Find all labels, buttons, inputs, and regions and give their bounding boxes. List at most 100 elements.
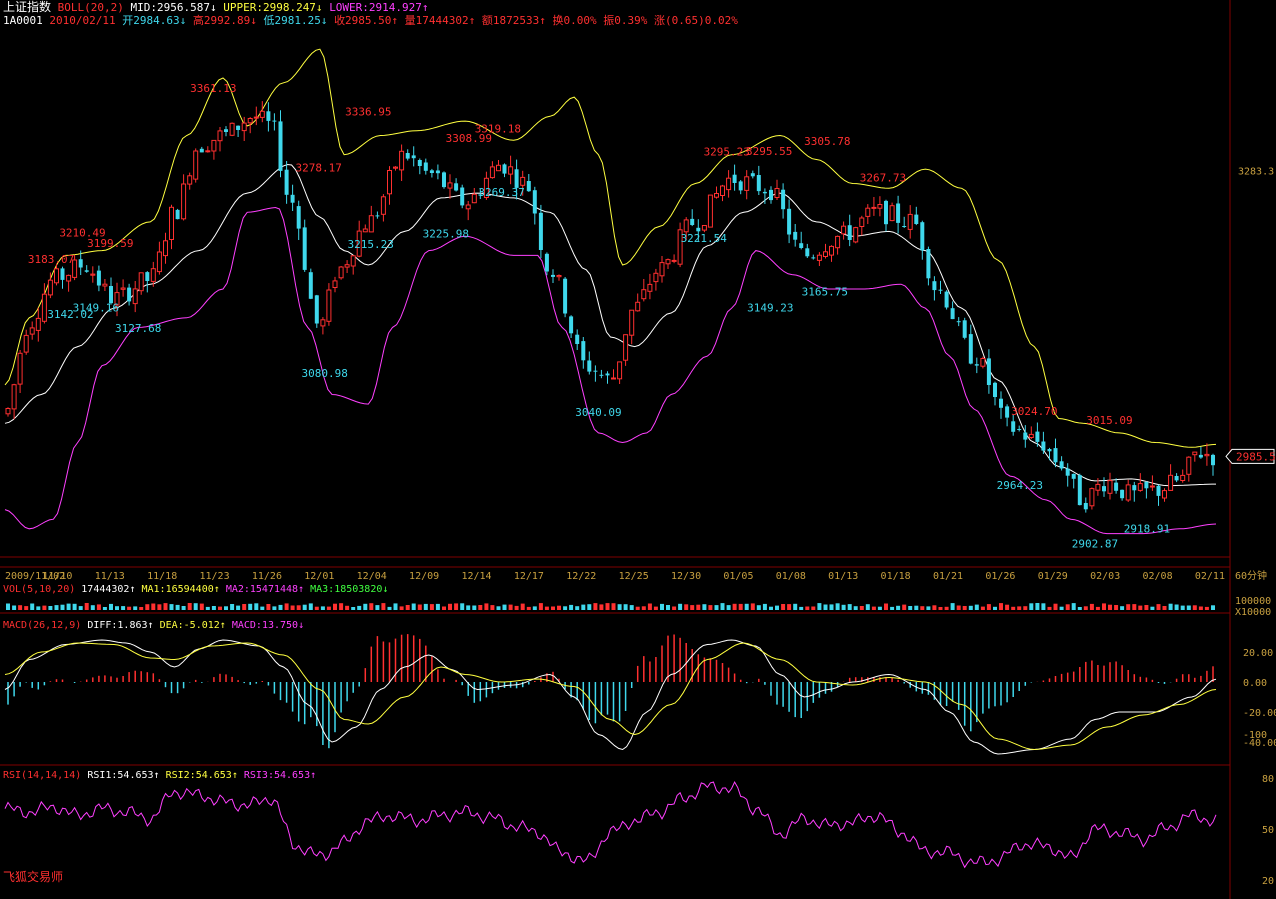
candle-body xyxy=(884,200,888,225)
volume-bar xyxy=(672,606,677,610)
volume-bar xyxy=(544,606,549,610)
candle-body xyxy=(1198,454,1203,458)
volume-bar xyxy=(551,606,555,610)
volume-bar xyxy=(429,604,434,610)
volume-bar xyxy=(611,603,616,610)
low-price-label: 3221.54 xyxy=(681,232,728,245)
volume-bar xyxy=(756,605,761,610)
low-price-label: 3269.37 xyxy=(478,186,524,199)
volume-bar xyxy=(151,603,156,610)
volume-group xyxy=(6,603,1215,610)
candle-body xyxy=(17,352,23,385)
high-price-label: 3361.13 xyxy=(190,82,236,95)
volume-bar xyxy=(920,606,925,610)
volume-bar xyxy=(690,605,695,610)
candle-body xyxy=(187,175,193,185)
date-tick-label: 02/03 xyxy=(1090,571,1120,582)
candle-body xyxy=(266,111,271,121)
candle-body xyxy=(1107,480,1113,494)
candle-body xyxy=(405,153,410,159)
volume-bar xyxy=(60,604,65,610)
volume-bar xyxy=(490,605,495,610)
volume-bar xyxy=(1065,604,1070,610)
candle-body xyxy=(181,183,187,220)
volume-bar xyxy=(351,607,356,610)
volume-bar xyxy=(1108,604,1112,610)
candle-body xyxy=(23,334,29,353)
candle-body xyxy=(551,274,555,277)
period-label: 60分钟 xyxy=(1235,569,1267,582)
volume-bar xyxy=(163,603,168,610)
candle-body xyxy=(889,205,895,222)
volume-bar xyxy=(696,604,701,610)
candle-body xyxy=(1132,485,1137,491)
volume-bar xyxy=(405,605,410,610)
volume-bar xyxy=(435,603,440,610)
candle-body xyxy=(169,206,174,241)
high-price-label: 3199.59 xyxy=(87,237,133,250)
candle-body xyxy=(344,264,350,268)
volume-bar xyxy=(381,603,386,610)
price-chart[interactable]: 3361.133336.953308.993319.183305.783295.… xyxy=(0,0,1276,899)
volume-bar xyxy=(260,606,265,610)
candle-body xyxy=(799,243,804,248)
watermark-label: 飞狐交易师 xyxy=(3,870,64,884)
volume-bar xyxy=(575,606,580,610)
candle-body xyxy=(750,173,755,177)
candle-body xyxy=(1156,485,1161,496)
candle-body xyxy=(611,377,616,380)
volume-bar xyxy=(133,606,138,610)
volume-bar xyxy=(726,605,731,610)
candle-body xyxy=(635,301,641,312)
candle-body xyxy=(738,181,743,191)
low-price-label: 3040.09 xyxy=(575,406,621,419)
candle-body xyxy=(175,209,180,220)
candle-body xyxy=(690,218,695,225)
candle-body xyxy=(90,273,96,276)
volume-bar xyxy=(1138,605,1143,610)
candle-body xyxy=(944,291,949,308)
candle-body xyxy=(877,204,883,209)
candle-body xyxy=(623,334,629,361)
volume-bar xyxy=(1150,606,1155,610)
rsi-line xyxy=(4,781,1217,869)
volume-bar xyxy=(1156,604,1161,610)
high-price-label: 3305.78 xyxy=(804,135,850,148)
volume-bar xyxy=(296,605,301,610)
volume-bar xyxy=(908,606,913,610)
volume-bar xyxy=(1077,607,1082,610)
volume-bar xyxy=(793,603,798,610)
candle-body xyxy=(132,288,138,305)
candle-body xyxy=(1137,483,1143,491)
volume-bar xyxy=(587,604,592,610)
candle-body xyxy=(429,170,434,173)
macd-axis-label: -100 xyxy=(1243,730,1267,741)
candle-body xyxy=(211,139,217,152)
volume-bar xyxy=(30,603,35,610)
candle-body xyxy=(247,118,253,124)
volume-bar xyxy=(369,603,374,610)
volume-bar xyxy=(1132,604,1137,610)
volume-bar xyxy=(357,605,362,610)
volume-bar xyxy=(181,606,186,610)
candle-body xyxy=(145,272,150,281)
candle-body xyxy=(914,214,919,224)
candle-body xyxy=(816,254,822,261)
date-tick-label: 11/26 xyxy=(252,571,282,582)
candle-body xyxy=(707,194,713,228)
candle-body xyxy=(150,268,156,282)
candle-body xyxy=(1065,468,1070,476)
candle-body xyxy=(950,308,955,320)
date-tick-label: 01/13 xyxy=(828,571,858,582)
candle-body xyxy=(47,279,53,296)
candle-body xyxy=(41,293,47,322)
volume-bar xyxy=(230,604,235,610)
candle-body xyxy=(629,309,635,336)
candle-body xyxy=(756,175,761,192)
volume-bar xyxy=(339,603,344,610)
volume-bar xyxy=(750,603,755,610)
boll-upper-line xyxy=(4,48,1217,448)
volume-bar xyxy=(787,604,792,610)
candle-body xyxy=(399,150,405,171)
volume-bar xyxy=(993,606,997,610)
